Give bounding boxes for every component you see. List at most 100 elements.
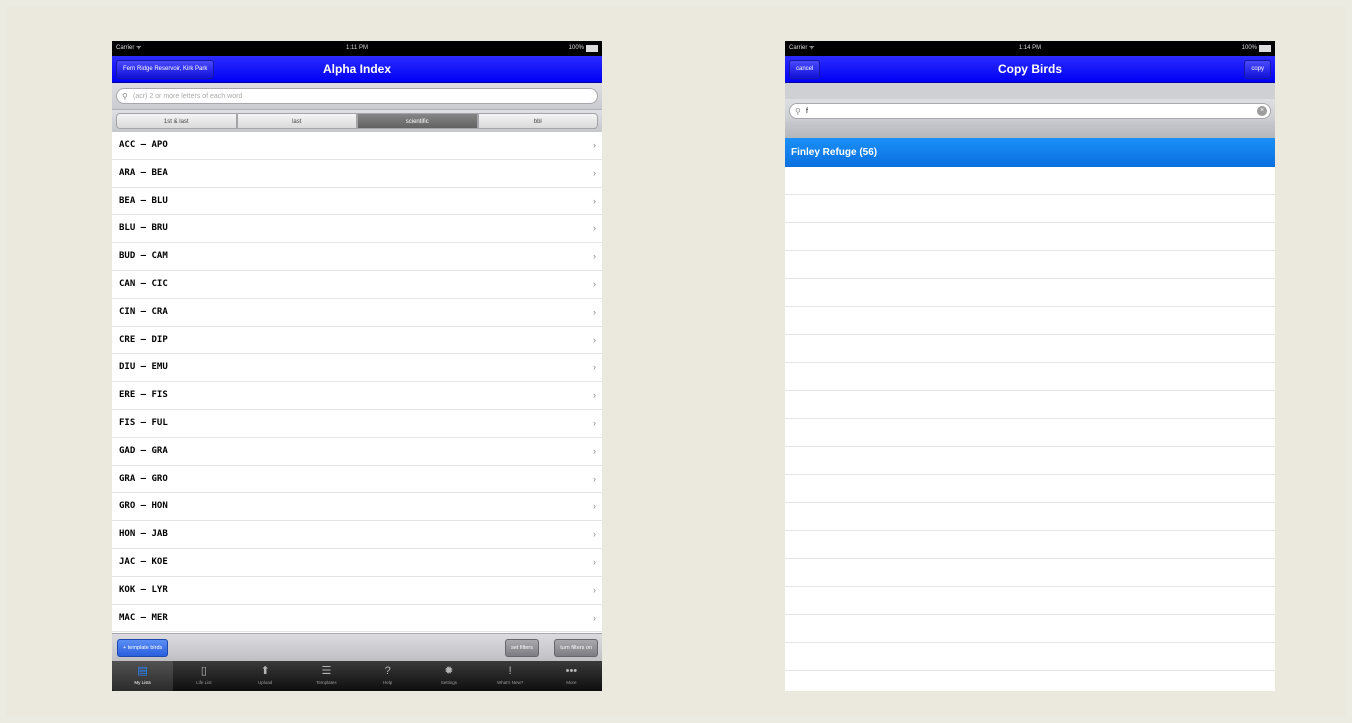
list-item-label: BEA – BLU	[119, 195, 168, 206]
empty-row	[785, 307, 1275, 335]
tab-label: More	[566, 680, 577, 685]
copy-button[interactable]: copy	[1244, 60, 1271, 79]
tab-more[interactable]: ••• More	[541, 661, 602, 691]
list-item[interactable]: ARA – BEA ›	[112, 160, 602, 188]
tab-life-list[interactable]: ▯ Life List	[173, 661, 234, 691]
list-item-label: ERE – FIS	[119, 390, 168, 401]
list-item[interactable]: BLU – BRU ›	[112, 215, 602, 244]
search-bar: ⚲ f ×	[785, 99, 1275, 121]
bottom-toolbar: + template birds set filters turn filter…	[112, 633, 602, 661]
list-item[interactable]: ACC – APO ›	[112, 132, 602, 160]
clock: 1:11 PM	[346, 45, 368, 51]
clear-search-icon[interactable]: ×	[1257, 106, 1267, 116]
empty-row	[785, 363, 1275, 391]
chevron-right-icon: ›	[593, 417, 596, 428]
list-item-label: CAN – CIC	[119, 278, 168, 289]
list-item-label: GRA – GRO	[119, 473, 168, 484]
tab-my-lists[interactable]: ▤ My Lists	[112, 661, 174, 691]
empty-row	[785, 167, 1275, 195]
search-input[interactable]: ⚲ (acr) 2 or more letters of each word	[116, 88, 598, 104]
turn-filters-on-button[interactable]: turn filters on	[554, 639, 598, 657]
tab-settings[interactable]: ✹ Settings	[418, 661, 479, 691]
page-title: Alpha Index	[322, 62, 391, 76]
battery-icon	[1259, 45, 1271, 52]
chevron-right-icon: ›	[593, 334, 596, 345]
chevron-right-icon: ›	[593, 140, 596, 150]
header-spacer	[785, 83, 1275, 99]
segment-scientific[interactable]: scientific	[357, 113, 478, 129]
battery-status: 100%	[1242, 41, 1271, 56]
search-icon: ⚲	[795, 107, 801, 116]
search-value: f	[806, 108, 808, 115]
tab-bar: ▤ My Lists ▯ Life List ⬆ Upload ☰ Templates? Hel…	[112, 661, 602, 691]
status-bar: Carrier ᯤ 1:11 PM 100%	[112, 41, 602, 56]
battery-status: 100%	[569, 41, 598, 56]
segment-last[interactable]: last	[236, 113, 357, 129]
battery-percent: 100%	[568, 45, 584, 51]
chevron-right-icon: ›	[593, 584, 596, 595]
chevron-right-icon: ›	[593, 556, 596, 567]
tab-upload[interactable]: ⬆ Upload	[235, 661, 296, 691]
tab-label: Life List	[196, 680, 212, 685]
segment-1st-last[interactable]: 1st & last	[116, 113, 237, 129]
info-icon: !	[508, 665, 512, 677]
segment-bbl[interactable]: bbl	[477, 113, 598, 129]
list-item[interactable]: KOK – LYR ›	[112, 577, 602, 605]
empty-row	[785, 419, 1275, 447]
sort-segmented-control: 1st & last last scientific bbl	[112, 110, 602, 132]
document-icon: ▯	[200, 665, 207, 677]
list-item-label: DIU – EMU	[119, 362, 168, 373]
list-item[interactable]: DIU – EMU ›	[112, 354, 602, 383]
section-header	[785, 121, 1275, 138]
search-icon: ⚲	[122, 92, 128, 101]
list-item[interactable]: HON – JAB ›	[112, 521, 602, 549]
chevron-right-icon: ›	[593, 167, 596, 178]
search-input[interactable]: ⚲ f ×	[789, 103, 1271, 119]
chevron-right-icon: ›	[593, 223, 596, 234]
set-filters-button[interactable]: set filters	[504, 639, 539, 657]
list-item[interactable]: FIS – FUL ›	[112, 410, 602, 438]
help-icon: ?	[384, 665, 391, 677]
list-item-label: CRE – DIP	[119, 334, 168, 345]
tab-label: What's New?	[496, 680, 524, 685]
empty-row	[785, 251, 1275, 279]
clock: 1:14 PM	[1018, 45, 1042, 51]
list-item[interactable]: GRO – HON ›	[112, 493, 602, 522]
list-item-label: CIN – CRA	[119, 306, 168, 317]
empty-row	[785, 587, 1275, 615]
copy-birds-screen: Carrier ᯤ 1:14 PM 100% cancel Copy Birds…	[785, 41, 1275, 691]
list-item[interactable]: CAN – CIC ›	[112, 271, 602, 299]
tab-templates[interactable]: ☰ Templates	[296, 661, 357, 691]
empty-row	[785, 671, 1275, 691]
templates-icon: ☰	[321, 665, 332, 677]
list-item[interactable]: GRA – GRO ›	[112, 466, 602, 494]
chevron-right-icon: ›	[593, 612, 596, 623]
list-item-label: ACC – APO	[119, 140, 168, 150]
template-birds-button[interactable]: + template birds	[117, 639, 169, 657]
search-bar: ⚲ (acr) 2 or more letters of each word	[112, 83, 602, 110]
gear-icon: ✹	[444, 665, 454, 677]
list-item[interactable]: ERE – FIS ›	[112, 382, 602, 410]
navigation-bar: cancel Copy Birds copy	[785, 56, 1275, 83]
list-icon: ▤	[137, 665, 148, 677]
list-item-label: BUD – CAM	[119, 251, 168, 262]
tab-help[interactable]: ? Help	[357, 661, 418, 691]
list-item-label: MAC – MER	[119, 612, 168, 623]
chevron-right-icon: ›	[593, 195, 596, 206]
list-item[interactable]: GAD – GRA ›	[112, 438, 602, 466]
search-placeholder: (acr) 2 or more letters of each word	[133, 93, 243, 100]
list-item[interactable]: BUD – CAM ›	[112, 243, 602, 271]
list-item[interactable]: JAC – KOE ›	[112, 549, 602, 577]
list-item[interactable]: MAC – MER ›	[112, 605, 602, 633]
empty-row	[785, 447, 1275, 475]
list-item[interactable]: CRE – DIP ›	[112, 327, 602, 355]
tab-label: Help	[382, 680, 393, 685]
list-item[interactable]: BEA – BLU ›	[112, 188, 602, 216]
battery-percent: 100%	[1241, 45, 1257, 51]
list-item[interactable]: CIN – CRA ›	[112, 299, 602, 327]
chevron-right-icon: ›	[593, 390, 596, 401]
list-item-label: JAC – KOE	[119, 556, 168, 567]
search-result-row[interactable]: Finley Refuge (56)	[785, 138, 1275, 167]
tab-whats-new[interactable]: ! What's New?	[480, 661, 541, 691]
chevron-right-icon: ›	[593, 251, 596, 262]
